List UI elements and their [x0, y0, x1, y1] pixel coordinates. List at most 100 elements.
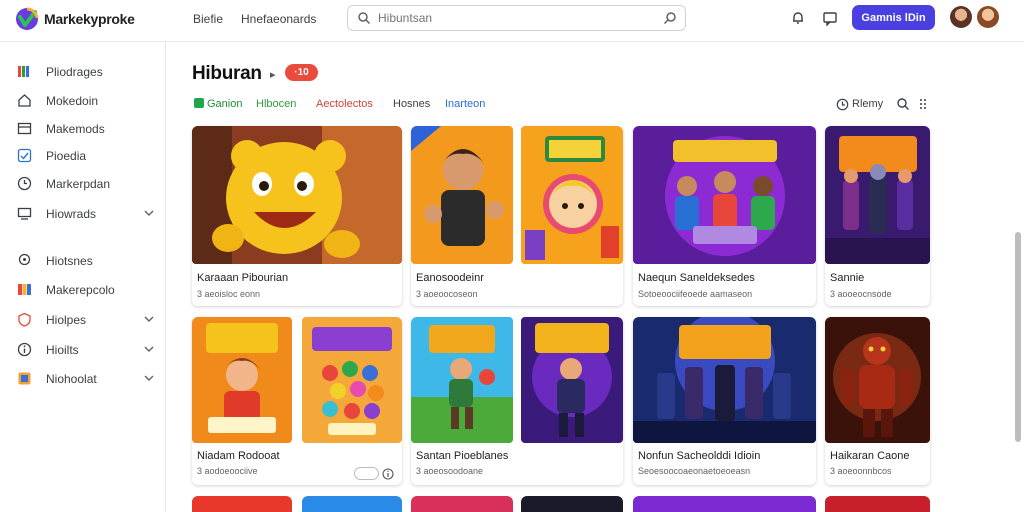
game-thumbnail[interactable]: [302, 496, 402, 512]
game-card[interactable]: Niadam Rodooat 3 aodoeoociive: [192, 317, 402, 485]
sort-label[interactable]: Rlemy: [852, 98, 883, 110]
brand-name[interactable]: Markekyproke: [44, 11, 135, 27]
game-thumbnail[interactable]: [192, 317, 292, 443]
avatar[interactable]: [950, 6, 972, 28]
messages-icon[interactable]: [822, 10, 838, 26]
game-thumbnail[interactable]: [521, 126, 623, 264]
game-thumbnail[interactable]: [302, 317, 402, 443]
search-input[interactable]: [378, 10, 638, 26]
brand-logo-icon[interactable]: [14, 6, 40, 32]
home-icon: [18, 94, 31, 107]
game-card[interactable]: Eanosoodeinr 3 aoeoocoseon: [411, 126, 623, 306]
notification-icon[interactable]: [790, 10, 806, 26]
card-title: Karaaan Pibourian: [197, 272, 289, 284]
game-card[interactable]: Naequn Saneldeksedes Sotoeoociifeoede aa…: [633, 126, 816, 306]
game-thumbnail[interactable]: [192, 126, 402, 264]
info-icon[interactable]: [382, 468, 394, 480]
game-thumbnail[interactable]: [411, 496, 513, 512]
game-thumbnail[interactable]: [825, 126, 930, 264]
card-meta: Sotoeoociifeoede aamaseon: [638, 289, 753, 299]
sidebar-item-hioilts[interactable]: Hioilts: [0, 338, 165, 362]
game-thumbnail[interactable]: [633, 496, 816, 512]
page-title: Hiburan: [192, 63, 262, 84]
card-meta: 3 aooeocnsode: [830, 289, 892, 299]
more-options-icon[interactable]: [916, 97, 930, 111]
top-bar: Markekyproke Biefie Hnefaeonards Gamnis …: [0, 0, 1024, 42]
stacked-cards-icon: [18, 66, 29, 77]
chevron-down-icon[interactable]: [143, 343, 155, 355]
monitor-icon: [17, 207, 32, 220]
chevron-down-icon[interactable]: [143, 207, 155, 219]
sidebar-item-pliodrages[interactable]: Pliodrages: [0, 60, 165, 84]
filter-chip-3[interactable]: Aectolectos: [316, 98, 373, 110]
palette-icon: [18, 284, 31, 295]
sidebar-item-makerepcolo[interactable]: Makerepcolo: [0, 278, 165, 302]
sort-icon[interactable]: [836, 98, 849, 111]
sidebar-item-label: Makerepcolo: [46, 283, 115, 297]
game-thumbnail[interactable]: [411, 317, 513, 443]
filter-chip-1[interactable]: Ganion: [207, 98, 242, 110]
status-badge: ·10: [285, 64, 318, 81]
game-thumbnail[interactable]: [825, 317, 930, 443]
card-meta: Seoesoocoaeonaetoeoeasn: [638, 466, 751, 476]
filter-chip-4[interactable]: Hosnes: [393, 98, 430, 110]
sidebar-item-niohoolat[interactable]: Niohoolat: [0, 367, 165, 391]
sidebar-item-hiowrads[interactable]: Hiowrads: [0, 202, 165, 226]
search-submit-icon[interactable]: [663, 11, 677, 25]
card-meta: 3 aoeosoodoane: [416, 466, 484, 476]
chevron-down-icon[interactable]: [143, 313, 155, 325]
game-card[interactable]: Sannie 3 aooeocnsode: [825, 126, 930, 306]
game-thumbnail[interactable]: [633, 126, 816, 264]
info-icon: [17, 342, 32, 357]
filter-chip-5[interactable]: Inarteon: [445, 98, 485, 110]
card-meta: 3 aoeoocoseon: [416, 289, 478, 299]
avatar-secondary[interactable]: [977, 6, 999, 28]
game-card[interactable]: Karaaan Pibourian 3 aeoisloc eonn: [192, 126, 402, 306]
game-thumbnail[interactable]: [633, 317, 816, 443]
nav-link-2[interactable]: Hnefaeonards: [241, 12, 316, 26]
pin-icon: [18, 253, 31, 266]
card-title: Niadam Rodooat: [197, 450, 280, 462]
sidebar-item-makemods[interactable]: Makemods: [0, 117, 165, 141]
search-icon[interactable]: [896, 97, 910, 111]
game-thumbnail[interactable]: [521, 317, 623, 443]
game-thumbnail[interactable]: [411, 126, 513, 264]
sidebar-item-label: Pioedia: [46, 149, 87, 163]
sidebar-item-hiolpes[interactable]: Hiolpes: [0, 308, 165, 332]
card-title: Santan Pioeblanes: [416, 450, 509, 462]
filter-chip-2[interactable]: Hlbocen: [256, 98, 296, 110]
card-title: Eanosoodeinr: [416, 272, 484, 284]
sidebar-item-label: Hiowrads: [46, 207, 97, 221]
card-meta: 3 aeoisloc eonn: [197, 289, 261, 299]
sidebar-item-markerpdan[interactable]: Markerpdan: [0, 172, 165, 196]
game-thumbnail[interactable]: [521, 496, 623, 512]
toggle-chip[interactable]: [354, 467, 379, 480]
card-title: Haikaran Caone: [830, 450, 910, 462]
title-dropdown-icon[interactable]: ▸: [270, 68, 276, 81]
search-box[interactable]: [347, 5, 686, 31]
game-card[interactable]: Santan Pioeblanes 3 aoeosoodoane: [411, 317, 623, 485]
nav-link-1[interactable]: Biefie: [193, 12, 223, 26]
game-thumbnail[interactable]: [192, 496, 292, 512]
card-title: Naequn Saneldeksedes: [638, 272, 755, 284]
game-thumbnail[interactable]: [825, 496, 930, 512]
card-title: Nonfun Sacheolddi Idioin: [638, 450, 761, 462]
sidebar-item-hiotsnes[interactable]: Hiotsnes: [0, 249, 165, 273]
scrollbar[interactable]: [1015, 232, 1021, 442]
sidebar-item-label: Mokedoin: [46, 94, 99, 108]
search-icon: [358, 12, 371, 25]
sidebar-item-label: Pliodrages: [46, 65, 103, 79]
star-icon: [18, 372, 31, 385]
sidebar-item-mokedoin[interactable]: Mokedoin: [0, 89, 165, 113]
sidebar-item-pioedia[interactable]: Pioedia: [0, 144, 165, 168]
sidebar: Pliodrages Mokedoin Makemods Pioedia Mar…: [0, 42, 166, 512]
sidebar-item-label: Hiolpes: [46, 313, 87, 327]
primary-action-button[interactable]: Gamnis lDin: [852, 5, 935, 30]
game-card[interactable]: Haikaran Caone 3 aoeoonnbcos: [825, 317, 930, 485]
sidebar-item-label: Markerpdan: [46, 177, 111, 191]
check-icon: [17, 148, 32, 163]
chevron-down-icon[interactable]: [143, 372, 155, 384]
sidebar-item-label: Niohoolat: [46, 372, 97, 386]
game-card[interactable]: Nonfun Sacheolddi Idioin Seoesoocoaeonae…: [633, 317, 816, 485]
filter-dot-icon: [194, 98, 204, 108]
